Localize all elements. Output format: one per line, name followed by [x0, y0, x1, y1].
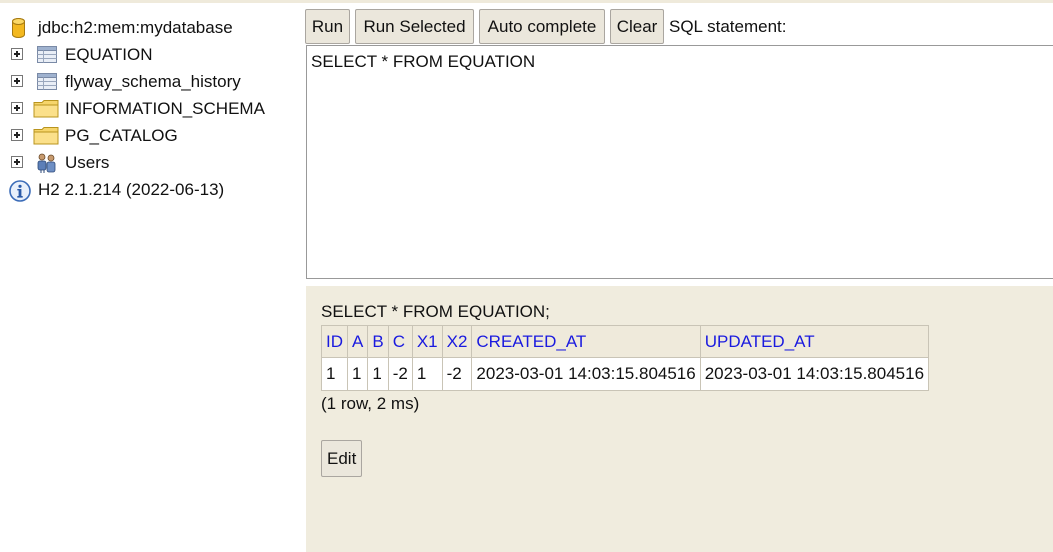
result-pane: SELECT * FROM EQUATION; ID A B C X1 X2 C…	[306, 286, 1053, 552]
column-header-x2[interactable]: X2	[441, 325, 473, 358]
tree-item-information-schema[interactable]: INFORMATION_SCHEMA	[8, 95, 298, 122]
table-cell: -2	[387, 357, 413, 391]
edit-button[interactable]: Edit	[321, 440, 363, 477]
result-table: ID A B C X1 X2 CREATED_AT UPDATED_AT 1 1…	[321, 325, 930, 391]
connection-label: jdbc:h2:mem:mydatabase	[38, 18, 233, 37]
tree-item-label: PG_CATALOG	[65, 126, 178, 145]
column-header-id[interactable]: ID	[321, 325, 348, 358]
run-button[interactable]: Run	[305, 9, 350, 44]
expand-icon[interactable]	[11, 75, 23, 87]
row-count-info: (1 row, 2 ms)	[321, 394, 420, 413]
table-row: 1 1 1 -2 1 -2 2023-03-01 14:03:15.804516…	[321, 357, 930, 391]
table-cell: -2	[441, 357, 473, 391]
column-header-b[interactable]: B	[367, 325, 389, 358]
expand-icon[interactable]	[11, 102, 23, 114]
tree-item-pg-catalog[interactable]: PG_CATALOG	[8, 122, 298, 149]
column-header-updated-at[interactable]: UPDATED_AT	[699, 325, 930, 358]
sql-statement-label: SQL statement:	[669, 17, 787, 36]
tree-item-label: Users	[65, 153, 110, 172]
clear-button[interactable]: Clear	[610, 9, 664, 44]
table-cell: 1	[321, 357, 348, 391]
tree-item-flyway-schema-history[interactable]: flyway_schema_history	[8, 68, 298, 95]
table-cell: 1	[367, 357, 389, 391]
expand-icon[interactable]	[11, 156, 23, 168]
expand-icon[interactable]	[11, 48, 23, 60]
column-header-x1[interactable]: X1	[411, 325, 443, 358]
column-header-created-at[interactable]: CREATED_AT	[471, 325, 701, 358]
executed-query: SELECT * FROM EQUATION;	[321, 302, 550, 321]
run-selected-button[interactable]: Run Selected	[355, 9, 474, 44]
table-cell: 1	[346, 357, 369, 391]
tree-version: H2 2.1.214 (2022-06-13)	[8, 176, 298, 203]
database-icon	[12, 18, 25, 38]
table-cell: 2023-03-01 14:03:15.804516	[699, 357, 930, 391]
tree-item-label: EQUATION	[65, 45, 153, 64]
table-cell: 1	[411, 357, 443, 391]
schema-tree: jdbc:h2:mem:mydatabase EQUATION flyway_s…	[8, 14, 298, 203]
table-header-row: ID A B C X1 X2 CREATED_AT UPDATED_AT	[321, 325, 930, 358]
users-icon	[37, 153, 56, 173]
tree-item-equation[interactable]: EQUATION	[8, 41, 298, 68]
table-icon	[37, 73, 57, 90]
folder-icon	[33, 127, 59, 145]
auto-complete-button[interactable]: Auto complete	[479, 9, 605, 44]
version-label: H2 2.1.214 (2022-06-13)	[38, 180, 225, 199]
expand-icon[interactable]	[11, 129, 23, 141]
tree-item-label: flyway_schema_history	[65, 72, 241, 91]
column-header-a[interactable]: A	[346, 325, 369, 358]
column-header-c[interactable]: C	[387, 325, 413, 358]
info-icon	[9, 180, 31, 202]
table-cell: 2023-03-01 14:03:15.804516	[471, 357, 701, 391]
table-icon	[37, 46, 57, 63]
sql-editor[interactable]: SELECT * FROM EQUATION	[306, 45, 1053, 279]
folder-icon	[33, 100, 59, 118]
tree-item-users[interactable]: Users	[8, 149, 298, 176]
tree-connection[interactable]: jdbc:h2:mem:mydatabase	[8, 14, 298, 41]
top-border	[0, 0, 1053, 3]
tree-item-label: INFORMATION_SCHEMA	[65, 99, 265, 118]
